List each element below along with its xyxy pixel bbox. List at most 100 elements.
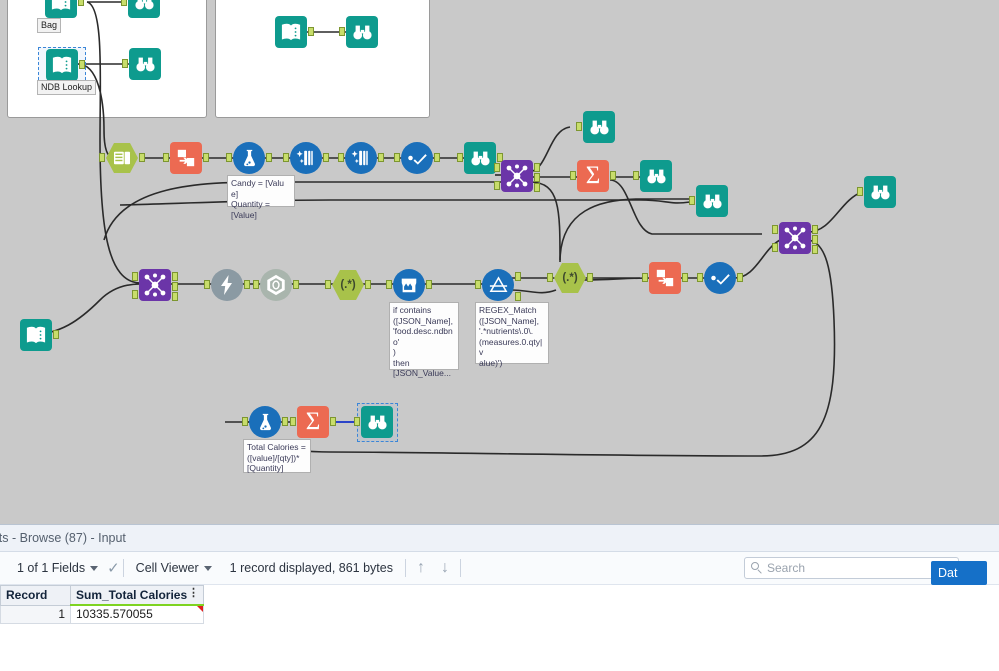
tool-join-2[interactable]: [132, 269, 178, 301]
chevron-down-icon[interactable]: [90, 565, 99, 571]
input-anchor[interactable]: [122, 59, 128, 68]
input-anchor[interactable]: [339, 27, 345, 36]
cell-viewer-selector[interactable]: Cell Viewer: [127, 555, 221, 581]
tool-summarize-1[interactable]: Σ: [570, 160, 616, 192]
tool-text-to-columns-2[interactable]: [338, 142, 384, 174]
input-anchor-left[interactable]: [132, 272, 138, 281]
output-anchor-left[interactable]: [172, 272, 178, 281]
output-anchor[interactable]: [79, 60, 85, 69]
input-anchor-right[interactable]: [772, 243, 778, 252]
tool-browse-ndb[interactable]: [122, 48, 161, 80]
tool-input-right[interactable]: [275, 16, 314, 48]
output-anchor-true[interactable]: [515, 272, 521, 281]
output-anchor-left[interactable]: [534, 163, 540, 172]
arrow-down-icon[interactable]: ↓: [433, 559, 457, 577]
tool-transpose-1[interactable]: [163, 142, 209, 174]
output-anchor[interactable]: [737, 273, 743, 282]
tool-select-records-1[interactable]: [394, 142, 440, 174]
tool-crosstab-1[interactable]: [475, 269, 521, 301]
input-anchor[interactable]: [99, 153, 105, 162]
input-anchor[interactable]: [121, 0, 127, 6]
output-anchor[interactable]: [139, 153, 145, 162]
input-anchor-right[interactable]: [132, 290, 138, 299]
input-anchor[interactable]: [857, 187, 863, 196]
tool-browse-join-top[interactable]: [576, 111, 615, 143]
input-anchor[interactable]: [547, 273, 553, 282]
data-button[interactable]: Dat: [931, 561, 987, 585]
output-anchor-left[interactable]: [812, 225, 818, 234]
tool-browse-right[interactable]: [339, 16, 378, 48]
output-anchor[interactable]: [78, 0, 84, 6]
output-anchor[interactable]: [244, 280, 250, 289]
input-anchor[interactable]: [290, 417, 296, 426]
output-anchor[interactable]: [282, 417, 288, 426]
output-anchor[interactable]: [203, 153, 209, 162]
tool-json-parse-1[interactable]: [253, 269, 299, 301]
input-anchor[interactable]: [570, 171, 576, 180]
tool-select-1[interactable]: [99, 142, 145, 174]
output-anchor-false[interactable]: [515, 292, 521, 301]
tool-regex-2[interactable]: (.*): [547, 262, 593, 294]
workflow-canvas[interactable]: Bag NDB Lookup Candy = [Value] Quantity …: [0, 0, 999, 524]
output-anchor[interactable]: [53, 330, 59, 339]
results-grid[interactable]: Record Sum_Total Calories ⋮ 1 10335.5700…: [0, 585, 999, 671]
input-anchor[interactable]: [226, 153, 232, 162]
input-anchor[interactable]: [689, 196, 695, 205]
table-row[interactable]: 1 10335.570055: [0, 604, 204, 624]
fields-selector[interactable]: 1 of 1 Fields: [8, 555, 107, 581]
output-anchor[interactable]: [434, 153, 440, 162]
cell-sum-total-calories[interactable]: 10335.570055: [70, 604, 204, 624]
input-anchor[interactable]: [163, 153, 169, 162]
tool-summarize-2[interactable]: Σ: [290, 406, 336, 438]
tool-join-3[interactable]: [772, 222, 818, 254]
output-anchor-join[interactable]: [534, 173, 540, 182]
column-menu-icon[interactable]: ⋮: [188, 588, 199, 599]
tool-join-1[interactable]: [494, 160, 540, 192]
input-anchor[interactable]: [576, 122, 582, 131]
tool-browse-mid-right[interactable]: [689, 185, 728, 217]
input-anchor[interactable]: [338, 153, 344, 162]
column-header-record[interactable]: Record: [0, 585, 71, 606]
tool-transpose-2[interactable]: [642, 262, 688, 294]
output-anchor-right[interactable]: [534, 183, 540, 192]
chevron-down-icon[interactable]: [203, 565, 212, 571]
input-anchor[interactable]: [475, 280, 481, 289]
tool-browse-main-1[interactable]: [457, 142, 503, 174]
tool-filter-1[interactable]: [386, 269, 432, 301]
output-anchor[interactable]: [587, 273, 593, 282]
input-anchor-right[interactable]: [494, 181, 500, 190]
input-anchor-left[interactable]: [772, 225, 778, 234]
tool-input-left-low[interactable]: [20, 319, 59, 351]
input-anchor[interactable]: [697, 273, 703, 282]
search-box[interactable]: Dat: [744, 557, 987, 585]
tool-browse-far-right[interactable]: [857, 176, 896, 208]
tool-regex-1[interactable]: (.*): [325, 269, 371, 301]
tool-formula-1[interactable]: [226, 142, 272, 174]
output-anchor[interactable]: [610, 171, 616, 180]
tool-select-records-2[interactable]: [697, 262, 743, 294]
check-icon[interactable]: ✓: [107, 559, 120, 577]
input-anchor[interactable]: [642, 273, 648, 282]
tool-browse-final[interactable]: [354, 406, 393, 438]
tool-formula-2[interactable]: [242, 406, 288, 438]
input-anchor[interactable]: [354, 417, 360, 426]
tool-browse-bag[interactable]: [121, 0, 160, 18]
output-anchor[interactable]: [323, 153, 329, 162]
input-anchor[interactable]: [386, 280, 392, 289]
column-header-sum-total-calories[interactable]: Sum_Total Calories ⋮: [70, 585, 204, 606]
search-input[interactable]: [744, 557, 959, 579]
tool-browse-summarize-1[interactable]: [633, 160, 672, 192]
output-anchor[interactable]: [365, 280, 371, 289]
tool-text-to-columns-1[interactable]: [283, 142, 329, 174]
arrow-up-icon[interactable]: ↑: [409, 559, 433, 577]
output-anchor[interactable]: [378, 153, 384, 162]
input-anchor[interactable]: [633, 171, 639, 180]
output-anchor[interactable]: [266, 153, 272, 162]
input-anchor-left[interactable]: [494, 163, 500, 172]
input-anchor[interactable]: [242, 417, 248, 426]
output-anchor-join[interactable]: [812, 235, 818, 244]
input-anchor[interactable]: [394, 153, 400, 162]
output-anchor[interactable]: [682, 273, 688, 282]
output-anchor-right[interactable]: [812, 245, 818, 254]
input-anchor[interactable]: [325, 280, 331, 289]
